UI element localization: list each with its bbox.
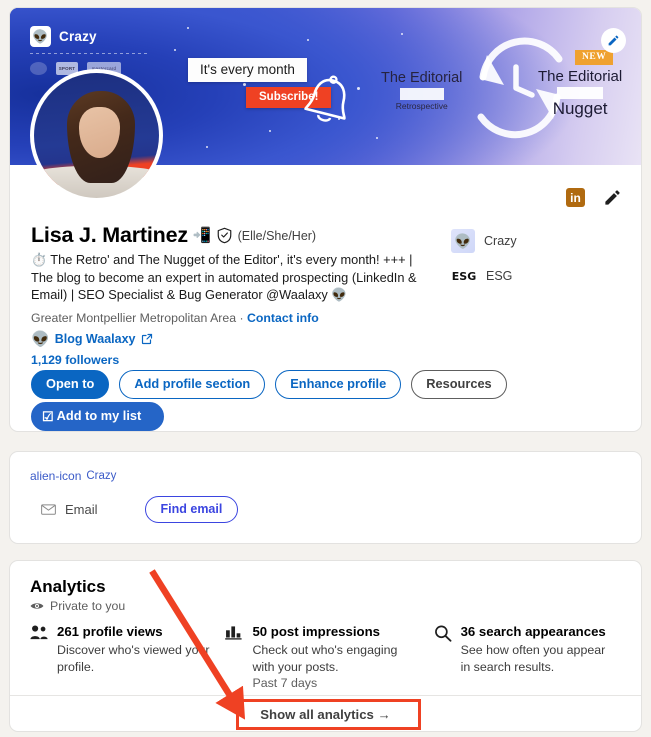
add-profile-section-button[interactable]: Add profile section: [119, 370, 266, 399]
editorial-word-2: Nugget: [552, 99, 608, 118]
headline-emoji-start: ⏱️: [31, 252, 47, 267]
extension-button-row: ☑ Add to my list: [31, 402, 165, 431]
alien-icon: 👽: [451, 229, 475, 253]
alien-icon: alien-icon: [30, 469, 82, 483]
metric-period: Past 7 days: [252, 676, 318, 690]
organization-name: ESG: [486, 269, 513, 283]
checkbox-checked-icon: ☑: [42, 408, 54, 424]
email-row: Email Find email: [41, 496, 239, 523]
banner-brand: 👽 Crazy: [30, 26, 97, 47]
verified-shield-icon: [217, 227, 231, 244]
edit-banner-button[interactable]: [601, 28, 626, 53]
editorial-whiteout-1: [399, 88, 444, 100]
mobile-phone-icon: 📲: [192, 227, 212, 244]
analytics-privacy-label: Private to you: [50, 599, 126, 613]
editorial-title-2: The Editorial: [538, 68, 623, 85]
partner-logo-1: [30, 62, 47, 75]
organization-item[interactable]: ESG ESG: [451, 264, 513, 288]
analytics-metric-search-appearances[interactable]: 36 search appearances See how often you …: [434, 623, 629, 692]
envelope-icon: [41, 504, 56, 515]
editorial-sub-1: Retrospective: [395, 101, 448, 111]
banner-editorial-retrospective: The Editorial Retrospective: [381, 69, 462, 111]
contact-info-link[interactable]: Contact info: [247, 311, 319, 325]
metric-description: See how often you appear in search resul…: [460, 643, 606, 674]
profile-info: Lisa J. Martinez 📲 (Elle/She/Her) ⏱️ The…: [31, 223, 431, 367]
profile-headline: ⏱️ The Retro' and The Nugget of the Edit…: [31, 251, 431, 304]
email-field-label: Email: [41, 502, 98, 517]
metric-description: Discover who's viewed your profile.: [57, 643, 210, 674]
esg-icon: ESG: [451, 269, 477, 283]
find-email-button[interactable]: Find email: [144, 496, 239, 523]
external-link-icon: [141, 333, 152, 345]
page-title: Lisa J. Martinez: [31, 223, 188, 247]
analytics-card: Analytics Private to you 261 profile vie…: [9, 560, 642, 732]
analytics-title: Analytics: [30, 577, 106, 596]
organization-name: Crazy: [484, 234, 517, 248]
linkedin-badge-icon[interactable]: in: [566, 188, 585, 207]
alien-icon: 👽: [30, 26, 51, 47]
profile-location-row: Greater Montpellier Metropolitan Area · …: [31, 311, 431, 325]
analytics-metric-post-impressions[interactable]: 50 post impressions Check out who's enga…: [225, 623, 433, 692]
email-card-org: alien-icon Crazy: [30, 470, 116, 482]
metric-description: Check out who's engaging with your posts…: [252, 643, 398, 674]
editorial-whiteout-2: [557, 87, 604, 99]
metric-headline: 50 post impressions: [252, 624, 380, 639]
email-label-text: Email: [65, 502, 98, 517]
analytics-privacy-row: Private to you: [30, 599, 125, 613]
bar-chart-icon: [225, 623, 243, 692]
resources-button[interactable]: Resources: [411, 370, 507, 399]
metric-headline: 261 profile views: [57, 624, 163, 639]
edit-profile-button[interactable]: [603, 188, 622, 207]
people-icon: [30, 623, 48, 692]
banner-tagline: It's every month: [188, 58, 307, 82]
follower-count[interactable]: 1,129 followers: [31, 353, 431, 367]
profile-location: Greater Montpellier Metropolitan Area: [31, 310, 237, 325]
headline-emoji-end: 👽: [331, 287, 348, 302]
add-to-my-list-label: Add to my list: [56, 408, 142, 423]
avatar-head: [66, 90, 136, 199]
enhance-profile-button[interactable]: Enhance profile: [275, 370, 402, 399]
banner-editorial-nugget: The Editorial Nugget: [538, 68, 622, 119]
analytics-metric-profile-views[interactable]: 261 profile views Discover who's viewed …: [30, 623, 225, 692]
blog-link-label: Blog Waalaxy: [54, 332, 136, 346]
avatar-image: [34, 73, 159, 198]
avatar[interactable]: [30, 69, 163, 202]
pencil-icon: [608, 35, 619, 46]
blog-link-row[interactable]: 👽 Blog Waalaxy: [31, 332, 431, 347]
search-icon: [434, 623, 452, 692]
add-to-my-list-button[interactable]: ☑ Add to my list: [31, 402, 165, 431]
metric-headline: 36 search appearances: [460, 624, 606, 639]
profile-card: 👽 Crazy SPORT mastercard It's every mont…: [9, 7, 642, 432]
editorial-title-1: The Editorial: [381, 70, 463, 86]
location-separator: ·: [239, 310, 244, 325]
linkedin-profile-page: 👽 Crazy SPORT mastercard It's every mont…: [0, 0, 651, 737]
banner-divider: [30, 53, 147, 54]
email-card-org-name: Crazy: [86, 470, 117, 482]
alien-icon: 👽: [31, 330, 50, 348]
banner-brand-name: Crazy: [59, 29, 97, 44]
eye-icon: [30, 603, 44, 609]
profile-name-row: Lisa J. Martinez 📲 (Elle/She/Her): [31, 223, 431, 248]
profile-action-buttons: Open to Add profile section Enhance prof…: [31, 370, 507, 399]
show-all-analytics-button[interactable]: Show all analytics →: [10, 696, 641, 731]
organization-item[interactable]: 👽 Crazy: [451, 229, 517, 253]
open-to-button[interactable]: Open to: [31, 370, 110, 399]
pronouns: (Elle/She/Her): [237, 228, 317, 243]
new-badge: NEW: [575, 50, 614, 65]
headline-text: The Retro' and The Nugget of the Editor'…: [31, 252, 417, 302]
email-finder-card: alien-icon Crazy Email Find email: [9, 451, 642, 544]
analytics-metrics: 261 profile views Discover who's viewed …: [30, 623, 629, 692]
profile-right-actions: in: [566, 188, 622, 207]
